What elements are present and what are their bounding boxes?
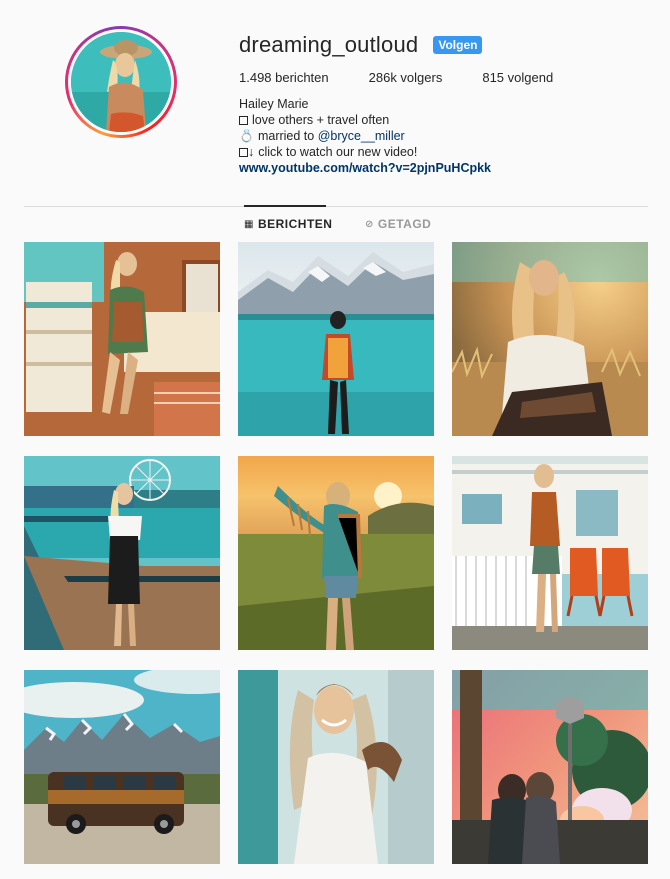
square-icon [239,116,248,125]
profile-stats: 1.498 berichten 286k volgers 815 volgend [239,70,593,85]
post-tile[interactable] [452,456,648,650]
bio-website-link[interactable]: www.youtube.com/watch?v=2pjnPuHCpkk [239,160,491,176]
profile-page: dreaming_outloud Volgen 1.498 berichten … [0,0,670,879]
profile-avatar[interactable] [65,26,177,138]
posts-count: 1.498 berichten [239,70,329,85]
tab-tagged[interactable]: ⊘ GETAGD [365,217,431,231]
post-tile[interactable] [452,242,648,436]
avatar-photo [71,32,171,132]
bio-text-3: click to watch our new video! [258,145,418,159]
profile-bio: Hailey Marie love others + travel often … [239,96,491,176]
tab-posts-label: BERICHTEN [257,217,333,231]
tab-posts[interactable]: ▦ BERICHTEN [244,217,332,231]
active-tab-indicator [244,205,326,207]
square-icon [239,148,248,157]
bio-line-2: 💍 married to @bryce__miller [239,128,491,144]
post-tile[interactable] [24,670,220,864]
grid-icon: ▦ [244,218,254,230]
bio-line-3: ↓ click to watch our new video! [239,144,491,160]
following-count[interactable]: 815 volgend [482,70,553,85]
follow-button[interactable]: Volgen [433,36,483,54]
post-tile[interactable] [24,242,220,436]
mention-link[interactable]: @bryce__miller [318,129,405,143]
bio-text-2: married to [257,129,318,143]
username-row: dreaming_outloud Volgen [239,32,483,58]
tabs-divider [24,206,648,207]
post-tile[interactable] [238,670,434,864]
post-tile[interactable] [238,242,434,436]
bio-text-1: love others + travel often [252,113,390,127]
arrow-down-icon: ↓ [248,145,255,159]
post-tile[interactable] [238,456,434,650]
post-tile[interactable] [24,456,220,650]
username: dreaming_outloud [239,32,419,57]
post-tile[interactable] [452,670,648,864]
ring-icon: 💍 [239,129,254,143]
bio-line-1: love others + travel often [239,112,491,128]
tag-icon: ⊘ [365,218,374,230]
bio-name: Hailey Marie [239,97,309,111]
tab-tagged-label: GETAGD [377,217,432,231]
followers-count[interactable]: 286k volgers [369,70,443,85]
